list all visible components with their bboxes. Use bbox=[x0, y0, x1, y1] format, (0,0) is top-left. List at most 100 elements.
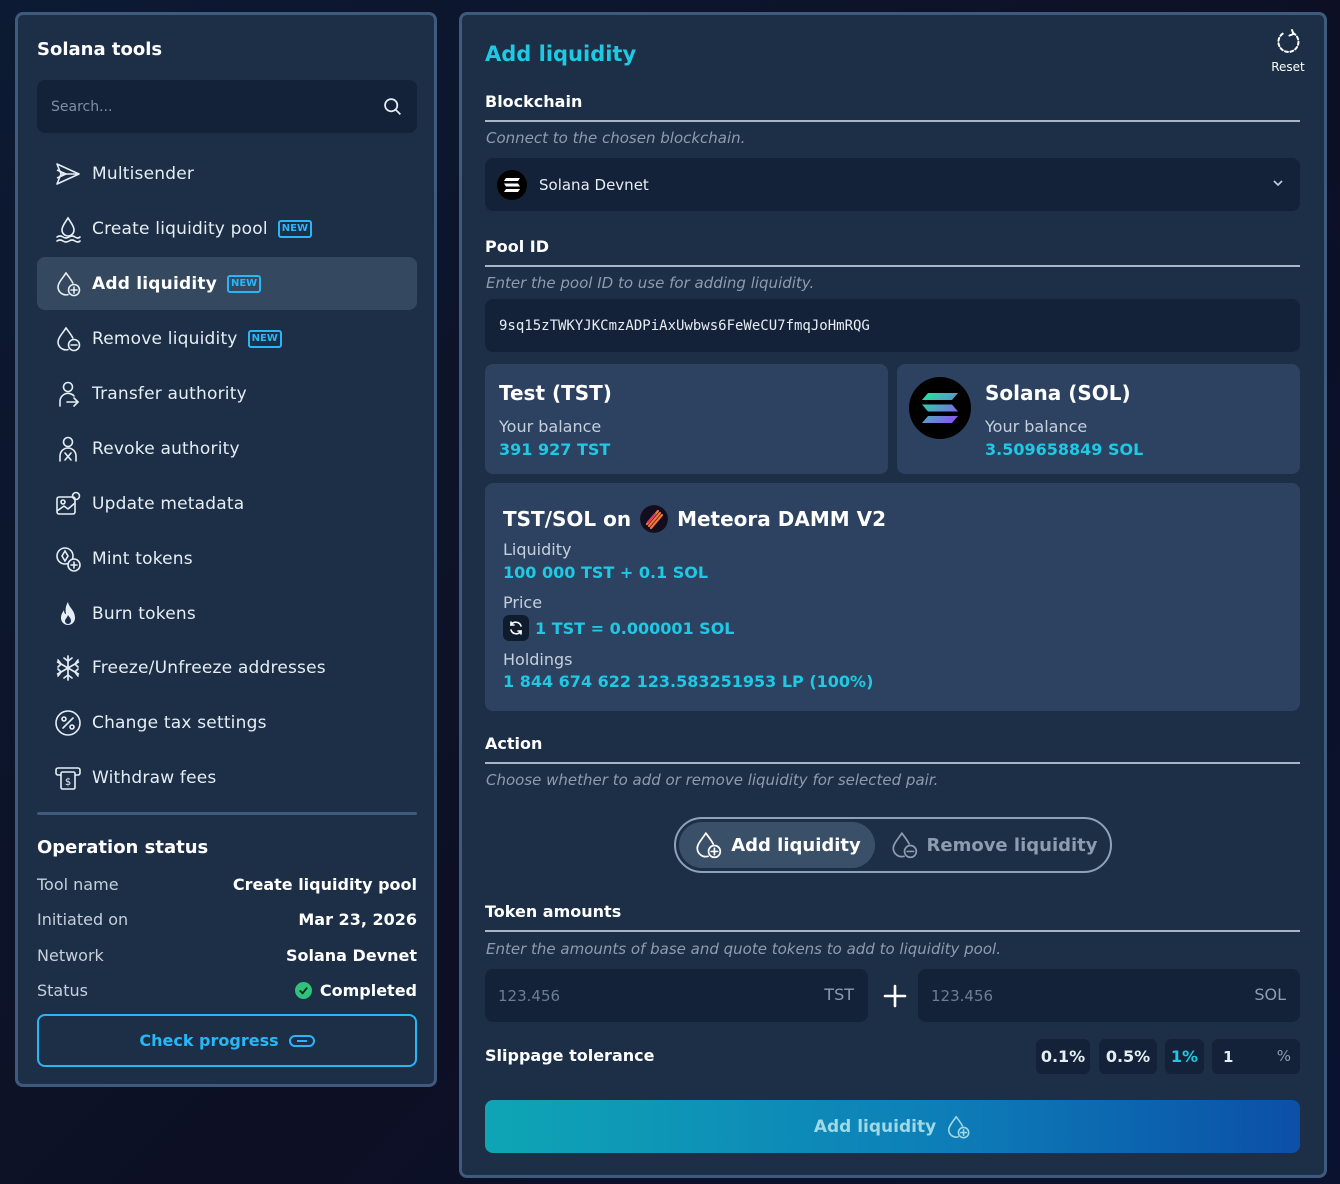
holdings-label: Holdings bbox=[503, 650, 573, 669]
action-hint: Choose whether to add or remove liquidit… bbox=[486, 771, 939, 789]
slippage-option-0-1[interactable]: 0.1% bbox=[1036, 1039, 1090, 1074]
pair-info-card: TST/SOL on Meteora DAMM V2 Liquidity 100… bbox=[485, 483, 1300, 711]
flame-icon bbox=[53, 599, 83, 629]
status-key: Initiated on bbox=[37, 910, 129, 929]
action-remove-liquidity[interactable]: Remove liquidity bbox=[881, 822, 1105, 868]
check-progress-button[interactable]: Check progress bbox=[37, 1014, 417, 1067]
snowflake-icon bbox=[53, 653, 83, 683]
quote-balance-label: Your balance bbox=[985, 417, 1088, 436]
add-liquidity-submit-button[interactable]: Add liquidity bbox=[485, 1100, 1300, 1153]
sidebar-item-multisender[interactable]: Multisender bbox=[37, 147, 417, 200]
send-icon bbox=[53, 159, 83, 189]
pair-title: TST/SOL on Meteora DAMM V2 bbox=[503, 505, 886, 533]
droplet-plus-icon bbox=[948, 1115, 970, 1138]
status-row-network: Network Solana Devnet bbox=[37, 946, 417, 965]
pool-id-hint: Enter the pool ID to use for adding liqu… bbox=[486, 274, 815, 292]
base-token-card: Test (TST) Your balance 391 927 TST bbox=[485, 364, 888, 474]
status-row-status: Status Completed bbox=[37, 981, 417, 1000]
link-icon bbox=[288, 1034, 315, 1047]
sidebar-item-label: Mint tokens bbox=[92, 548, 193, 569]
sidebar-item-revoke-authority[interactable]: Revoke authority bbox=[37, 422, 417, 475]
operation-status-title: Operation status bbox=[37, 837, 209, 858]
slippage-custom-input[interactable] bbox=[1212, 1039, 1272, 1074]
base-amount-input[interactable] bbox=[485, 969, 784, 1022]
sidebar-item-withdraw-fees[interactable]: $ Withdraw fees bbox=[37, 751, 417, 804]
holdings-value: 1 844 674 622 123.583251953 LP (100%) bbox=[503, 672, 874, 691]
base-balance-label: Your balance bbox=[499, 417, 602, 436]
main-panel: Add liquidity Reset Blockchain Connect t… bbox=[459, 12, 1327, 1178]
quote-amount-input[interactable] bbox=[918, 969, 1216, 1022]
liquidity-label: Liquidity bbox=[503, 540, 572, 559]
sidebar-item-change-tax-settings[interactable]: Change tax settings bbox=[37, 696, 417, 749]
sidebar-item-label: Remove liquidity bbox=[92, 328, 238, 349]
quote-token-card: Solana (SOL) Your balance 3.509658849 SO… bbox=[897, 364, 1300, 474]
sidebar-item-update-metadata[interactable]: Update metadata bbox=[37, 477, 417, 530]
token-amounts-label: Token amounts bbox=[485, 902, 622, 921]
quote-amount-field: SOL bbox=[918, 969, 1300, 1022]
search-input[interactable] bbox=[37, 80, 367, 133]
status-key: Network bbox=[37, 946, 104, 965]
status-key: Status bbox=[37, 981, 88, 1000]
sidebar-item-freeze-unfreeze[interactable]: Freeze/Unfreeze addresses bbox=[37, 641, 417, 694]
status-row-tool-name: Tool name Create liquidity pool bbox=[37, 875, 417, 894]
sidebar-divider bbox=[37, 812, 417, 815]
sidebar-item-label: Multisender bbox=[92, 163, 195, 184]
search-icon[interactable] bbox=[382, 96, 403, 117]
action-add-liquidity[interactable]: Add liquidity bbox=[679, 822, 875, 868]
slippage-option-0-5[interactable]: 0.5% bbox=[1099, 1039, 1157, 1074]
base-amount-field: TST bbox=[485, 969, 868, 1022]
sidebar-item-burn-tokens[interactable]: Burn tokens bbox=[37, 587, 417, 640]
new-badge: NEW bbox=[247, 329, 282, 348]
sidebar: Solana tools Multisender Create liquidit… bbox=[15, 12, 437, 1087]
section-divider bbox=[485, 762, 1300, 764]
chevron-down-icon bbox=[1273, 180, 1283, 187]
status-value: Completed bbox=[319, 981, 417, 1000]
token-amounts-hint: Enter the amounts of base and quote toke… bbox=[486, 940, 1001, 958]
sidebar-item-label: Create liquidity pool bbox=[92, 218, 268, 239]
sidebar-item-mint-tokens[interactable]: Mint tokens bbox=[37, 532, 417, 585]
reset-label: Reset bbox=[1271, 60, 1305, 74]
plus-icon bbox=[883, 984, 907, 1008]
user-transfer-icon bbox=[53, 379, 83, 409]
sidebar-item-label: Change tax settings bbox=[92, 712, 267, 733]
quote-token-name: Solana (SOL) bbox=[985, 381, 1131, 405]
slippage-option-1[interactable]: 1% bbox=[1165, 1039, 1204, 1074]
pool-id-field[interactable]: 9sq15zTWKYJKCmzADPiAxUwbws6FeWeCU7fmqJoH… bbox=[485, 299, 1300, 352]
check-circle-icon bbox=[294, 982, 312, 999]
blockchain-selected: Solana Devnet bbox=[539, 175, 649, 194]
blockchain-select[interactable]: Solana Devnet bbox=[485, 158, 1300, 211]
reset-icon bbox=[1277, 29, 1300, 53]
action-toggle: Add liquidity Remove liquidity bbox=[674, 817, 1112, 873]
svg-text:$: $ bbox=[65, 777, 71, 788]
section-divider bbox=[485, 120, 1300, 122]
sidebar-item-label: Update metadata bbox=[92, 493, 245, 514]
action-remove-label: Remove liquidity bbox=[926, 834, 1098, 856]
check-progress-label: Check progress bbox=[139, 1031, 279, 1050]
reset-button[interactable]: Reset bbox=[1268, 29, 1308, 74]
droplet-plus-icon bbox=[53, 269, 83, 299]
new-badge: NEW bbox=[277, 219, 313, 238]
swap-price-button[interactable] bbox=[503, 615, 529, 641]
sidebar-item-add-liquidity[interactable]: Add liquidity NEW bbox=[37, 257, 417, 310]
action-label: Action bbox=[485, 734, 543, 753]
meteora-logo-icon bbox=[640, 505, 669, 533]
status-key: Tool name bbox=[37, 875, 119, 894]
status-row-initiated-on: Initiated on Mar 23, 2026 bbox=[37, 910, 417, 929]
price-label: Price bbox=[503, 593, 543, 612]
quote-amount-unit: SOL bbox=[1254, 985, 1286, 1004]
liquidity-value: 100 000 TST + 0.1 SOL bbox=[503, 563, 709, 582]
section-divider bbox=[485, 930, 1300, 932]
status-value: Create liquidity pool bbox=[232, 875, 417, 894]
sidebar-item-transfer-authority[interactable]: Transfer authority bbox=[37, 367, 417, 420]
base-amount-unit: TST bbox=[824, 985, 854, 1004]
slippage-label: Slippage tolerance bbox=[485, 1046, 655, 1065]
sidebar-item-label: Freeze/Unfreeze addresses bbox=[92, 657, 326, 678]
sidebar-item-label: Transfer authority bbox=[92, 383, 247, 404]
sidebar-item-create-liquidity-pool[interactable]: Create liquidity pool NEW bbox=[37, 202, 417, 255]
action-add-label: Add liquidity bbox=[731, 834, 861, 856]
droplet-plus-icon bbox=[696, 832, 722, 859]
new-badge: NEW bbox=[226, 274, 262, 293]
sidebar-item-label: Add liquidity bbox=[92, 273, 217, 294]
sidebar-item-remove-liquidity[interactable]: Remove liquidity NEW bbox=[37, 312, 417, 365]
pair-name: TST/SOL on bbox=[503, 507, 632, 531]
